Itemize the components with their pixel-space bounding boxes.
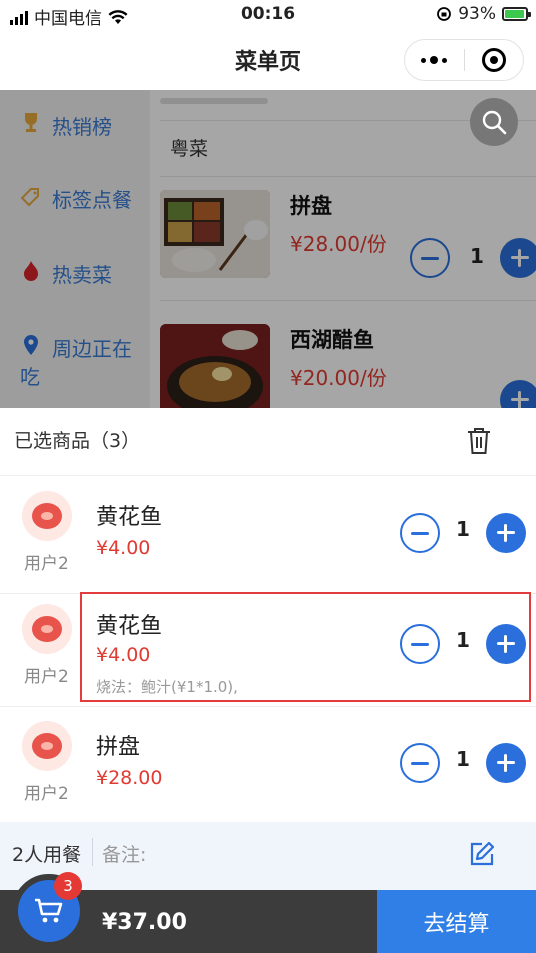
- menu-background: 热销榜 标签点餐 热卖菜 周边正在吃 粤菜 拼盘 ¥28.00/份 1 西湖醋鱼…: [0, 90, 536, 408]
- cart-header: 已选商品（3）: [0, 408, 536, 476]
- user-name: 用户2: [24, 554, 69, 574]
- dish-card[interactable]: 拼盘 ¥28.00/份 1: [160, 190, 536, 290]
- fire-icon: [20, 260, 42, 289]
- target-icon: [481, 48, 506, 72]
- orientation-lock-icon: [437, 7, 452, 21]
- item-price: ¥28.00: [96, 767, 163, 789]
- more-dots-icon: [421, 56, 448, 64]
- pig-avatar-icon: [32, 733, 62, 759]
- item-name: 拼盘: [96, 735, 141, 760]
- item-name: 黄花鱼: [96, 614, 163, 639]
- item-qty: 1: [456, 747, 470, 771]
- avatar: [22, 604, 72, 654]
- dish-plus-button[interactable]: [500, 238, 536, 278]
- dish-name: 西湖醋鱼: [290, 328, 374, 352]
- category-sidebar: 热销榜 标签点餐 热卖菜 周边正在吃: [0, 90, 150, 408]
- minus-button[interactable]: [400, 743, 440, 783]
- cart-item: 用户2 拼盘 ¥28.00 1: [0, 707, 536, 824]
- minus-button[interactable]: [400, 513, 440, 553]
- cart-title: 已选商品（3）: [14, 430, 141, 452]
- checkout-button[interactable]: 去结算: [377, 890, 536, 953]
- sidebar-item-nearby[interactable]: 周边正在吃: [20, 334, 150, 391]
- dish-card[interactable]: 西湖醋鱼 ¥20.00/份: [160, 324, 536, 408]
- close-mini-program-button[interactable]: [465, 40, 524, 80]
- sidebar-label: 热销榜: [52, 115, 112, 139]
- divider: [160, 300, 536, 301]
- tag-icon: [20, 186, 42, 214]
- search-button[interactable]: [470, 98, 518, 146]
- item-option: 烧法：鲍汁(¥1*1.0),: [96, 678, 238, 696]
- battery-percent: 93%: [458, 4, 496, 24]
- nav-bar: 菜单页: [0, 30, 536, 90]
- dish-plus-button[interactable]: [500, 380, 536, 408]
- divider: [160, 176, 536, 177]
- plus-button[interactable]: [486, 624, 526, 664]
- plus-button[interactable]: [486, 743, 526, 783]
- dish-qty: 1: [470, 244, 484, 268]
- item-name: 黄花鱼: [96, 505, 163, 530]
- search-icon: [482, 110, 507, 135]
- avatar: [22, 491, 72, 541]
- battery-icon: [502, 7, 531, 21]
- status-bar: 中国电信 00:16 93%: [0, 0, 536, 30]
- remark-label[interactable]: 备注:: [102, 840, 146, 867]
- sidebar-item-tag-order[interactable]: 标签点餐: [20, 186, 140, 214]
- pig-avatar-icon: [32, 616, 62, 642]
- item-price: ¥4.00: [96, 537, 151, 559]
- section-title: 粤菜: [170, 138, 209, 160]
- cart-sheet: 已选商品（3） 用户2 黄花鱼 ¥4.00 1 用户2 黄花鱼 ¥4.00 烧法…: [0, 408, 536, 890]
- sidebar-label: 标签点餐: [52, 188, 132, 212]
- edit-icon: [470, 841, 495, 866]
- dish-price: ¥28.00/份: [290, 232, 387, 256]
- trophy-icon: [20, 112, 42, 141]
- dish-image: [160, 324, 270, 408]
- user-name: 用户2: [24, 667, 69, 687]
- remark-divider: [92, 838, 93, 866]
- cart-count-badge: 3: [54, 872, 82, 900]
- sidebar-item-hot-list[interactable]: 热销榜: [20, 112, 140, 141]
- cart-item: 用户2 黄花鱼 ¥4.00 1: [0, 477, 536, 594]
- avatar: [22, 721, 72, 771]
- item-qty: 1: [456, 628, 470, 652]
- prev-dish-image-edge: [160, 98, 268, 104]
- dish-price: ¥20.00/份: [290, 366, 387, 390]
- status-right: 93%: [436, 4, 531, 24]
- dish-minus-button[interactable]: [410, 238, 450, 278]
- more-button[interactable]: [405, 40, 464, 80]
- cart-item: 用户2 黄花鱼 ¥4.00 烧法：鲍汁(¥1*1.0), 1: [0, 590, 536, 707]
- user-name: 用户2: [24, 784, 69, 804]
- sidebar-label: 热卖菜: [52, 263, 112, 287]
- sidebar-item-hot-dishes[interactable]: 热卖菜: [20, 260, 140, 289]
- location-pin-icon: [20, 334, 42, 363]
- minus-button[interactable]: [400, 624, 440, 664]
- clear-cart-button[interactable]: [466, 426, 492, 456]
- edit-remark-button[interactable]: [468, 840, 496, 868]
- cart-icon: [35, 898, 63, 923]
- plus-button[interactable]: [486, 513, 526, 553]
- trash-icon: [468, 428, 490, 454]
- mini-program-capsule: [404, 39, 524, 81]
- dish-image: [160, 190, 270, 278]
- item-price: ¥4.00: [96, 644, 151, 666]
- item-qty: 1: [456, 517, 470, 541]
- pig-avatar-icon: [32, 503, 62, 529]
- dish-name: 拼盘: [290, 194, 332, 218]
- total-price: ¥37.00: [102, 910, 187, 935]
- diner-count[interactable]: 2人用餐: [12, 840, 81, 867]
